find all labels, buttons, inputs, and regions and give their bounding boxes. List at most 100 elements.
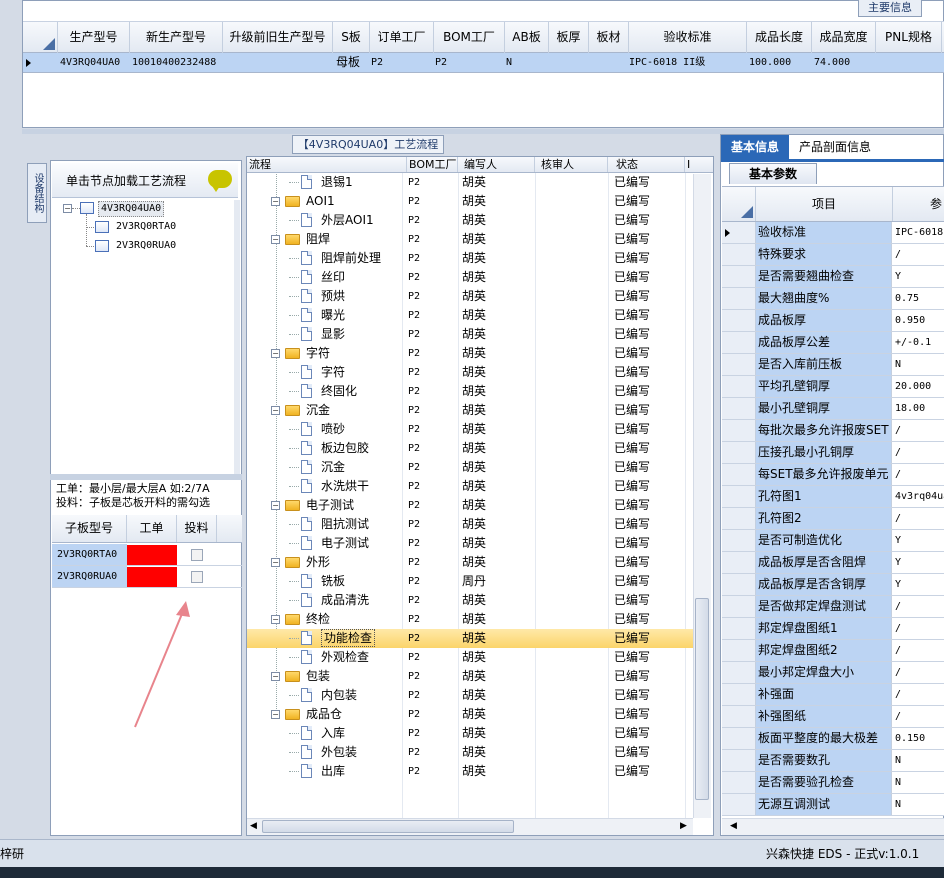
work-order-input[interactable] [127,545,177,565]
left-splitter[interactable] [50,474,242,480]
scroll-left-icon[interactable]: ◀ [730,821,737,831]
process-row[interactable]: 入库 P2 胡英 已编写 [247,724,693,743]
col-ab-board[interactable]: AB板 [505,22,549,53]
process-vertical-scroll-thumb[interactable] [695,598,709,800]
row-selector[interactable] [722,288,756,309]
row-selector[interactable] [722,794,756,815]
param-value[interactable]: N [893,772,944,793]
col-pnl-spec[interactable]: PNL规格 [876,22,942,53]
col-acceptance-standard[interactable]: 验收标准 [629,22,747,53]
param-row[interactable]: 每SET最多允许报废单元 / [722,464,944,486]
param-row[interactable]: 成品板厚 0.950 [722,310,944,332]
process-horizontal-scroll-thumb[interactable] [262,820,514,833]
param-value[interactable]: N [893,794,944,815]
tree-expander-icon[interactable]: − [271,406,280,415]
process-row[interactable]: − 终检 P2 胡英 已编写 [247,610,693,629]
row-selector[interactable] [722,486,756,507]
param-row[interactable]: 每批次最多允许报废SET / [722,420,944,442]
process-row[interactable]: − 电子测试 P2 胡英 已编写 [247,496,693,515]
param-value[interactable]: / [893,464,944,485]
tree-node-child[interactable]: 2V3RQ0RTA0 [116,220,176,234]
row-selector[interactable] [722,266,756,287]
col-bom-factory[interactable]: BOM工厂 [434,22,505,53]
row-selector[interactable] [722,222,756,243]
process-row[interactable]: − 包装 P2 胡英 已编写 [247,667,693,686]
process-row[interactable]: 阻抗测试 P2 胡英 已编写 [247,515,693,534]
row-selector[interactable] [722,530,756,551]
col-old-production-model[interactable]: 升级前旧生产型号 [223,22,333,53]
col-bom-factory[interactable]: BOM工厂 [407,157,458,172]
col-production-model[interactable]: 生产型号 [58,22,130,53]
param-value[interactable]: +/-0.1 [893,332,944,353]
param-row[interactable]: 无源互调测试 N [722,794,944,816]
process-row[interactable]: − 字符 P2 胡英 已编写 [247,344,693,363]
process-row[interactable]: 板边包胶 P2 胡英 已编写 [247,439,693,458]
table-row[interactable]: 2V3RQ0RTA0 [52,544,242,566]
process-row[interactable]: 外包装 P2 胡英 已编写 [247,743,693,762]
col-product-length[interactable]: 成品长度 [747,22,812,53]
row-selector[interactable] [722,574,756,595]
param-row[interactable]: 成品板厚是否含阻焊 Y [722,552,944,574]
tree-expander-icon[interactable]: − [271,615,280,624]
tree-expander-icon[interactable]: − [271,349,280,358]
param-row[interactable]: 最小邦定焊盘大小 / [722,662,944,684]
param-row[interactable]: 邦定焊盘图纸2/ [722,640,944,662]
tab-product-profile[interactable]: 产品剖面信息 [790,135,880,159]
param-value[interactable]: 0.150 [893,728,944,749]
col-new-production-model[interactable]: 新生产型号 [130,22,223,53]
process-row[interactable]: − 成品仓 P2 胡英 已编写 [247,705,693,724]
process-row[interactable]: 曝光 P2 胡英 已编写 [247,306,693,325]
tree-expander-icon[interactable]: − [271,672,280,681]
param-value[interactable]: 4v3rq04ua [893,486,944,507]
param-row[interactable]: 是否需要数孔 N [722,750,944,772]
row-selector[interactable] [722,662,756,683]
row-selector[interactable] [722,420,756,441]
row-selector[interactable] [722,508,756,529]
tree-node-root[interactable]: 4V3RQ04UA0 [98,201,165,217]
param-value[interactable]: IPC-6018 [893,222,944,243]
param-row[interactable]: 是否做邦定焊盘测试 / [722,596,944,618]
param-value[interactable]: N [893,750,944,771]
param-row[interactable]: 邦定焊盘图纸1/ [722,618,944,640]
main-info-tab[interactable]: 主要信息 [858,0,922,17]
process-row[interactable]: 丝印 P2 胡英 已编写 [247,268,693,287]
col-sub-board-model[interactable]: 子板型号 [52,515,127,542]
param-row[interactable]: 平均孔壁铜厚 20.000 [722,376,944,398]
process-row[interactable]: 阻焊前处理 P2 胡英 已编写 [247,249,693,268]
param-row[interactable]: 补强面 / [722,684,944,706]
col-writer[interactable]: 编写人 [458,157,535,172]
row-selector[interactable] [722,640,756,661]
param-value[interactable]: Y [893,266,944,287]
col-material[interactable]: 板材 [589,22,629,53]
param-value[interactable]: Y [893,530,944,551]
feed-checkbox[interactable] [191,571,203,583]
scroll-left-icon[interactable]: ◀ [250,821,257,831]
param-row[interactable]: 最小孔壁铜厚 18.00 [722,398,944,420]
col-process[interactable]: 流程 [247,157,407,172]
row-selector[interactable] [722,750,756,771]
param-value[interactable]: / [893,596,944,617]
process-row[interactable]: − 外形 P2 胡英 已编写 [247,553,693,572]
param-row[interactable]: 是否可制造优化 Y [722,530,944,552]
tree-expander-icon[interactable]: − [271,197,280,206]
param-row[interactable]: 孔符图1 4v3rq04ua [722,486,944,508]
param-row[interactable]: 特殊要求 / [722,244,944,266]
process-row[interactable]: 字符 P2 胡英 已编写 [247,363,693,382]
col-s-board[interactable]: S板 [333,22,370,53]
col-reviewer[interactable]: 核审人 [535,157,608,172]
tree-expander-icon[interactable]: − [271,501,280,510]
tab-basic-params[interactable]: 基本参数 [729,163,817,184]
param-row[interactable]: 补强图纸 / [722,706,944,728]
param-value[interactable]: / [893,684,944,705]
param-value[interactable]: / [893,420,944,441]
param-value[interactable]: / [893,618,944,639]
process-row[interactable]: 预烘 P2 胡英 已编写 [247,287,693,306]
param-row[interactable]: 是否需要验孔检查 N [722,772,944,794]
param-value[interactable]: 0.75 [893,288,944,309]
param-row[interactable]: 压接孔最小孔铜厚 / [722,442,944,464]
tree-node-child[interactable]: 2V3RQ0RUA0 [116,239,176,253]
param-value[interactable]: / [893,442,944,463]
row-selector[interactable] [722,684,756,705]
param-value[interactable]: / [893,508,944,529]
col-thickness[interactable]: 板厚 [549,22,589,53]
